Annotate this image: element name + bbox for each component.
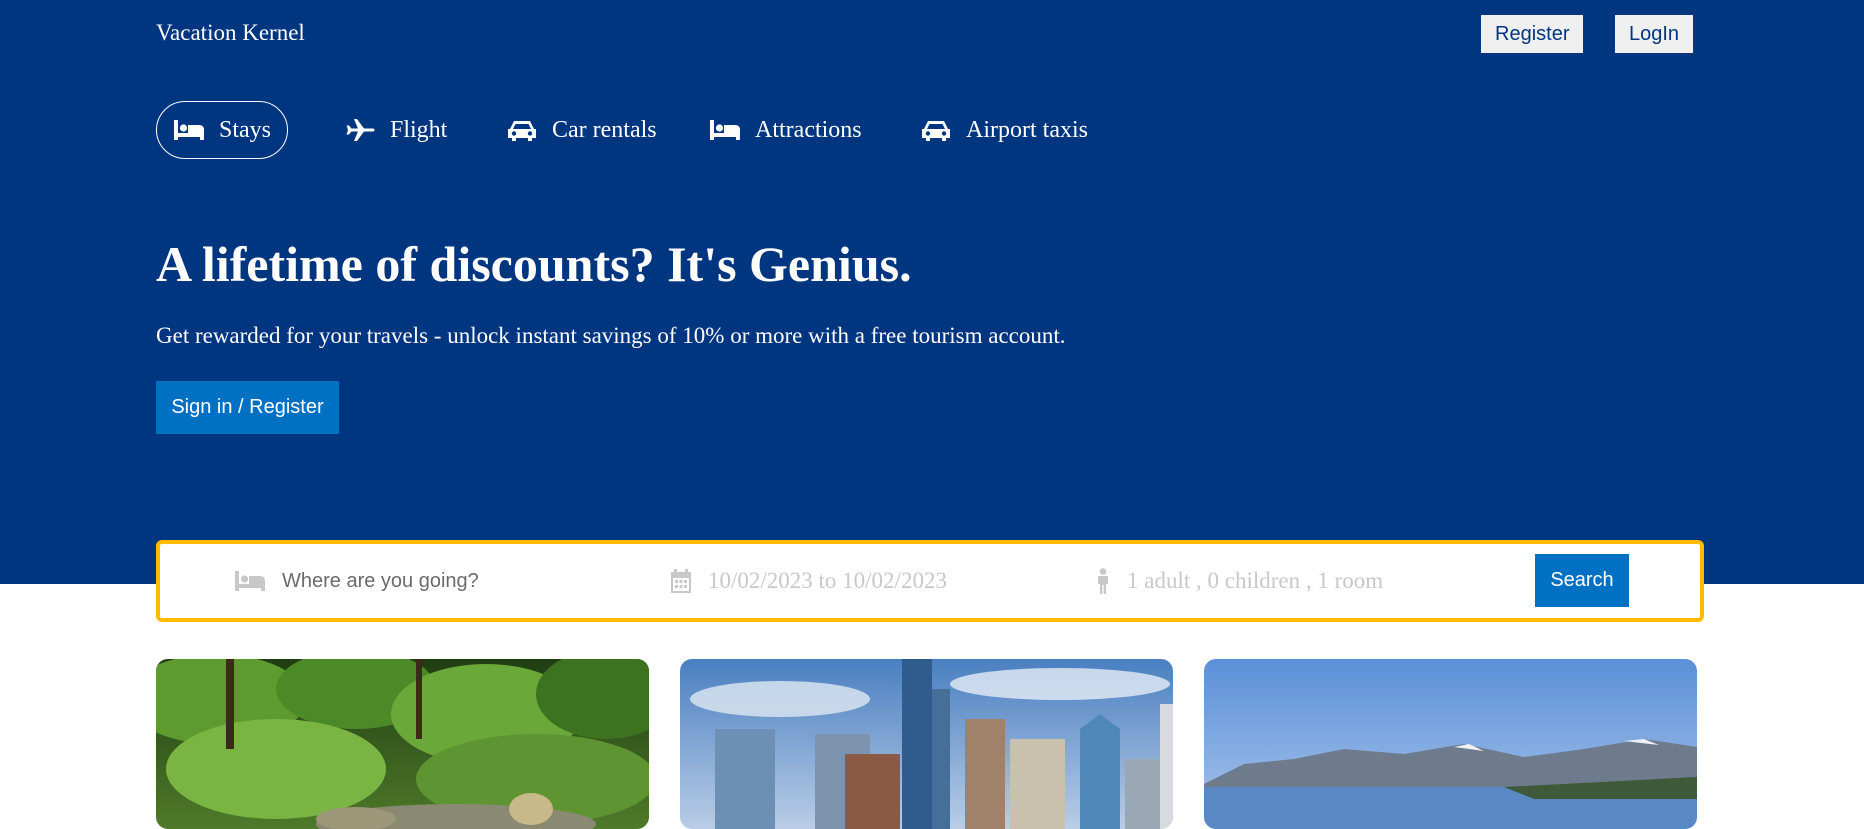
forest-stream-photo [156, 659, 649, 829]
calendar-icon [671, 569, 691, 593]
brand-logo[interactable]: Vacation Kernel [156, 20, 305, 46]
city-skyline-photo [680, 659, 1173, 829]
nav-item-car-rentals[interactable]: Car rentals [490, 101, 673, 159]
sign-in-register-button[interactable]: Sign in / Register [156, 381, 339, 434]
nav-item-label: Stays [219, 116, 272, 143]
car-icon [508, 121, 536, 141]
bed-icon [174, 120, 204, 140]
register-button[interactable]: Register [1481, 15, 1584, 53]
search-bar: 10/02/2023 to 10/02/2023 1 adult , 0 chi… [156, 540, 1704, 622]
nav-item-label: Airport taxis [966, 116, 1088, 143]
destination-card[interactable] [156, 659, 649, 829]
nav-item-label: Flight [390, 116, 448, 143]
destination-card[interactable] [1204, 659, 1697, 829]
hero-subtext: Get rewarded for your travels - unlock i… [156, 323, 1066, 348]
car-icon [922, 121, 950, 141]
nav-item-airport-taxis[interactable]: Airport taxis [904, 101, 1104, 159]
nav-item-label: Car rentals [552, 116, 657, 143]
bed-icon [235, 571, 265, 591]
guests-text[interactable]: 1 adult , 0 children , 1 room [1127, 568, 1383, 594]
plane-icon [346, 119, 375, 141]
mountain-lake-photo [1204, 659, 1697, 829]
search-button[interactable]: Search [1535, 554, 1629, 607]
person-icon [1098, 568, 1108, 594]
bed-icon [710, 120, 740, 140]
destination-card[interactable] [680, 659, 1173, 829]
nav-item-label: Attractions [755, 116, 862, 143]
hero-banner: Vacation Kernel Register LogIn Stays Fli… [0, 0, 1864, 584]
date-range-text[interactable]: 10/02/2023 to 10/02/2023 [708, 568, 947, 594]
nav-item-attractions[interactable]: Attractions [693, 101, 878, 159]
page-title: A lifetime of discounts? It's Genius. [156, 236, 912, 292]
login-button[interactable]: LogIn [1615, 15, 1694, 53]
destination-input[interactable] [282, 569, 622, 593]
guests-field[interactable]: 1 adult , 0 children , 1 room [1095, 544, 1383, 618]
destination-field[interactable] [234, 544, 622, 618]
nav-item-stays[interactable]: Stays [156, 101, 289, 159]
date-range-field[interactable]: 10/02/2023 to 10/02/2023 [670, 544, 947, 618]
nav-item-flight[interactable]: Flight [328, 101, 463, 159]
